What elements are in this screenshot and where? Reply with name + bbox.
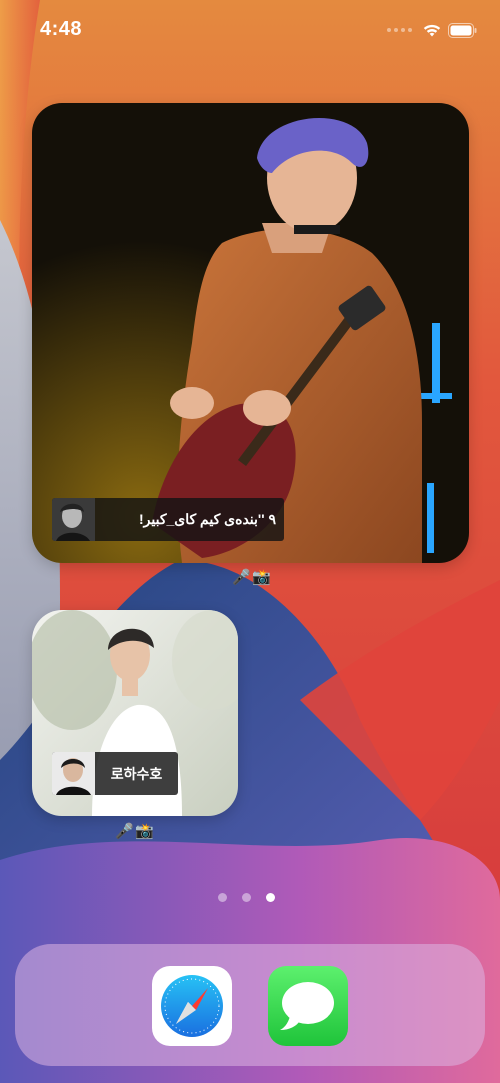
caption-avatar-small (52, 752, 95, 795)
wifi-icon (423, 24, 441, 37)
safari-compass-icon (161, 975, 223, 1037)
signal-icon (387, 28, 412, 32)
widget-label-small: 🎤📸 (115, 823, 155, 840)
safari-app-icon[interactable] (152, 966, 232, 1046)
page-indicator[interactable] (218, 893, 275, 902)
widget-caption-small: 로하수호 (52, 752, 178, 795)
widget-label-large: 🎤📸 (232, 569, 272, 586)
messages-bubble-icon (280, 982, 334, 1030)
widget-caption-text: ٩ ''بندەی كیم كای_كبیر! (138, 511, 276, 527)
page-dot[interactable] (218, 893, 227, 902)
widget-caption-text: 로하수호 (110, 765, 163, 782)
guitarist-photo (32, 103, 469, 563)
page-dot-active[interactable] (266, 893, 275, 902)
status-bar: 4:48 (0, 0, 500, 60)
battery-icon (448, 22, 477, 38)
dock (15, 944, 485, 1066)
photo-widget-large[interactable] (32, 103, 469, 563)
messages-app-icon[interactable] (268, 966, 348, 1046)
widget-caption-large: ٩ ''بندەی كیم كای_كبیر! (52, 498, 284, 541)
caption-avatar-large (52, 498, 95, 541)
page-dot[interactable] (242, 893, 251, 902)
status-icons (387, 22, 478, 38)
status-time: 4:48 (40, 18, 83, 40)
